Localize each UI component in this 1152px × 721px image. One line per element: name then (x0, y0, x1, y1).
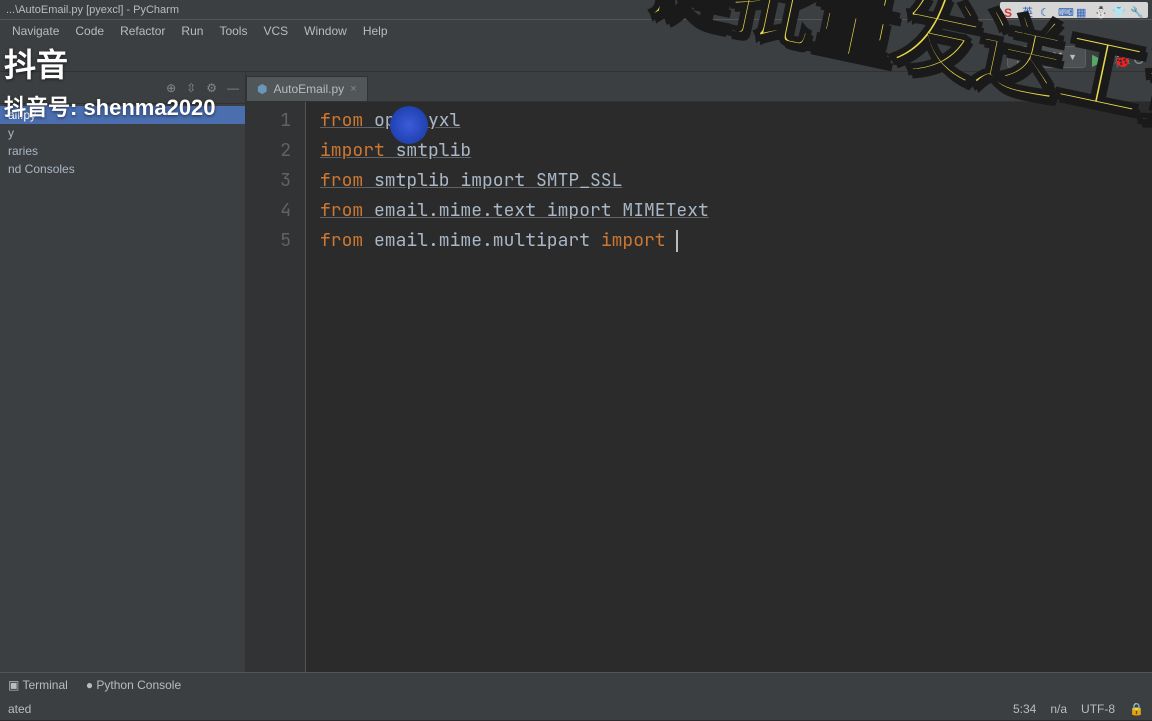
editor-tab-autoemail[interactable]: ⬢ AutoEmail.py × (246, 76, 368, 101)
menu-refactor[interactable]: Refactor (112, 22, 173, 40)
menu-navigate[interactable]: Navigate (4, 22, 67, 40)
window-titlebar: ...\AutoEmail.py [pyexcl] - PyCharm S 英 … (0, 0, 1152, 20)
chevron-down-icon: ▼ (1068, 52, 1077, 62)
menu-help[interactable]: Help (355, 22, 396, 40)
menu-run[interactable]: Run (173, 22, 211, 40)
window-title: ...\AutoEmail.py [pyexcl] - PyCharm (6, 4, 179, 16)
hide-icon[interactable]: — (227, 81, 239, 95)
caret-position[interactable]: 5:34 (1013, 702, 1036, 716)
sogou-icon[interactable]: S (1004, 3, 1018, 17)
line-number: 1 (246, 106, 291, 136)
person-icon[interactable]: ⛄ (1094, 3, 1108, 17)
editor-body[interactable]: 1 2 3 4 5 from openpyxlimport smtplibfro… (246, 102, 1152, 672)
lang-icon[interactable]: 英 (1022, 3, 1036, 17)
wrench-icon[interactable]: 🔧 (1130, 3, 1144, 17)
status-info-row: ated 5:34 n/a UTF-8 🔒 (0, 697, 1152, 721)
run-config-label: test01 (1031, 50, 1064, 64)
shirt-icon[interactable]: 👕 (1112, 3, 1126, 17)
code-area[interactable]: from openpyxlimport smtplibfrom smtplib … (306, 102, 1152, 672)
watermark-subtitle: 抖音号: shenma2020 (4, 90, 216, 122)
file-encoding[interactable]: UTF-8 (1081, 702, 1115, 716)
line-number: 3 (246, 166, 291, 196)
tree-item-consoles[interactable]: nd Consoles (0, 160, 245, 178)
tool-windows-row: ▣ Terminal ● Python Console (0, 673, 1152, 697)
status-left: ated (8, 702, 31, 716)
more-button[interactable]: ↻ (1132, 50, 1146, 64)
menu-vcs[interactable]: VCS (255, 22, 296, 40)
status-right-group: 5:34 n/a UTF-8 🔒 (1013, 702, 1144, 716)
line-number: 2 (246, 136, 291, 166)
python-console-button[interactable]: ● Python Console (86, 678, 181, 692)
line-number: 4 (246, 196, 291, 226)
debug-button[interactable]: 🐞 (1112, 50, 1126, 64)
moon-icon[interactable]: ☾ (1040, 3, 1054, 17)
close-tab-icon[interactable]: × (350, 83, 356, 95)
keyboard-icon[interactable]: ⌨ (1058, 3, 1072, 17)
grid-icon[interactable]: ▦ (1076, 3, 1090, 17)
editor-area: ⬢ AutoEmail.py × 1 2 3 4 5 from openpyxl… (246, 72, 1152, 672)
menu-code[interactable]: Code (67, 22, 112, 40)
terminal-button[interactable]: ▣ Terminal (8, 678, 68, 692)
status-bar: ▣ Terminal ● Python Console ated 5:34 n/… (0, 672, 1152, 720)
run-config-icon: ⬚ (1016, 50, 1027, 64)
run-button[interactable]: ▶ (1092, 50, 1106, 64)
watermark-title: 抖音 (4, 40, 216, 86)
tree-item-libraries[interactable]: raries (0, 142, 245, 160)
project-panel: ⊕ ⇳ ⚙ — ail.py y raries nd Consoles (0, 72, 246, 672)
lock-icon[interactable]: 🔒 (1129, 702, 1144, 716)
line-number: 5 (246, 226, 291, 256)
editor-tabs: ⬢ AutoEmail.py × (246, 72, 1152, 102)
tree-item-y[interactable]: y (0, 124, 245, 142)
menu-tools[interactable]: Tools (211, 22, 255, 40)
system-tray: S 英 ☾ ⌨ ▦ ⛄ 👕 🔧 (1000, 2, 1148, 18)
tab-label: AutoEmail.py (273, 82, 344, 96)
main-area: ⊕ ⇳ ⚙ — ail.py y raries nd Consoles ⬢ Au… (0, 72, 1152, 672)
main-menubar: Navigate Code Refactor Run Tools VCS Win… (0, 20, 1152, 42)
watermark-overlay: 抖音 抖音号: shenma2020 (4, 40, 216, 122)
run-config-selector[interactable]: ⬚ test01 ▼ (1007, 46, 1086, 68)
insert-mode[interactable]: n/a (1050, 702, 1067, 716)
python-file-icon: ⬢ (257, 82, 267, 96)
line-gutter: 1 2 3 4 5 (246, 102, 306, 672)
menu-window[interactable]: Window (296, 22, 355, 40)
